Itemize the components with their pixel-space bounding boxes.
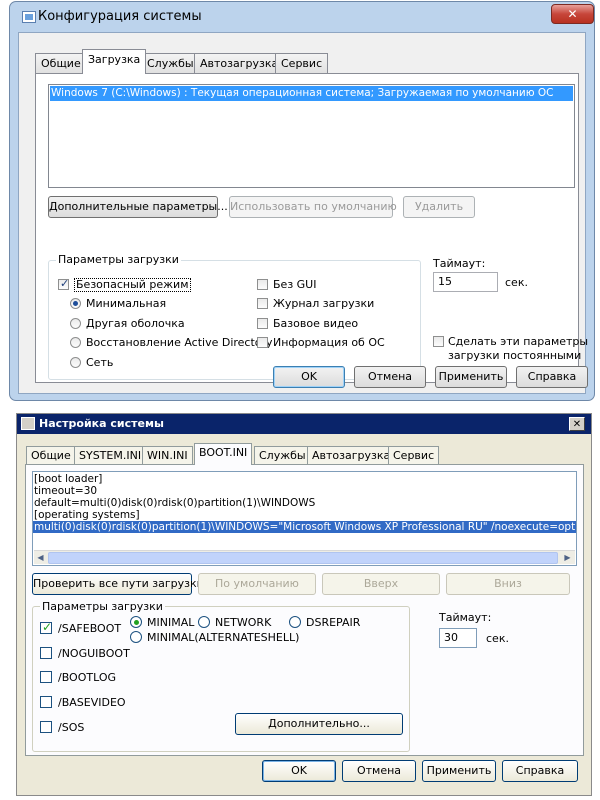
title-bar: Настройка системы ✕ — [17, 414, 591, 434]
timeout-input[interactable]: 30 — [439, 628, 477, 648]
boot-options-title: Параметры загрузки — [40, 600, 165, 613]
boot-ini-line[interactable]: [operating systems] — [34, 509, 140, 521]
apply-button[interactable]: Применить — [422, 760, 496, 782]
safeboot-label: /SAFEBOOT — [58, 622, 122, 635]
boot-ini-listbox[interactable]: [boot loader] timeout=30 default=multi(0… — [32, 471, 577, 566]
timeout-label: Таймаут: — [433, 257, 486, 270]
close-icon[interactable]: ✕ — [551, 4, 594, 24]
scroll-left-icon[interactable]: ◀ — [34, 552, 47, 564]
noguiboot-checkbox[interactable] — [40, 647, 52, 659]
boot-ini-line[interactable]: [boot loader] — [34, 473, 102, 485]
boot-ini-line[interactable]: timeout=30 — [34, 485, 97, 497]
bootlog-label: /BOOTLOG — [58, 671, 117, 684]
radio-ad-repair-label: Восстановление Active Directory — [86, 336, 273, 349]
check-all-paths-button[interactable]: Проверить все пути загрузки — [32, 573, 204, 595]
window-title: Настройка системы — [39, 417, 164, 430]
radio-minimal-label: MINIMAL — [147, 616, 195, 629]
basevideo-label: /BASEVIDEO — [58, 696, 126, 709]
msconfig-app-icon — [22, 11, 36, 23]
boot-log-checkbox[interactable] — [257, 298, 268, 309]
make-permanent-label-line2: загрузки постоянными — [448, 349, 582, 362]
os-list[interactable]: Windows 7 (C:\Windows) : Текущая операци… — [48, 84, 575, 188]
radio-minimal-alternateshell[interactable] — [130, 631, 142, 643]
tab-general[interactable]: Общие — [26, 446, 76, 464]
tab-services[interactable]: Службы — [254, 446, 311, 464]
radio-minimal[interactable] — [130, 616, 142, 628]
set-default-button[interactable]: По умолчанию — [198, 573, 316, 595]
make-permanent-checkbox[interactable] — [433, 336, 444, 347]
make-permanent-label-line1: Сделать эти параметры — [448, 335, 589, 348]
noguiboot-label: /NOGUIBOOT — [58, 647, 130, 660]
tab-boot[interactable]: Загрузка — [82, 49, 147, 74]
set-default-button[interactable]: Использовать по умолчанию — [229, 196, 397, 218]
cancel-button[interactable]: Отмена — [342, 760, 416, 782]
radio-alternate-shell-label: Другая оболочка — [86, 317, 185, 330]
radio-ad-repair[interactable] — [70, 337, 81, 348]
tab-win-ini[interactable]: WIN.INI — [142, 446, 193, 464]
os-info-label: Информация об ОС — [273, 336, 385, 349]
tab-general[interactable]: Общие — [35, 53, 87, 73]
boot-ini-line[interactable]: default=multi(0)disk(0)rdisk(0)partition… — [34, 497, 315, 509]
boot-tab-panel: Windows 7 (C:\Windows) : Текущая операци… — [35, 73, 588, 383]
radio-minimal[interactable] — [70, 298, 81, 309]
safe-boot-checkbox[interactable] — [58, 277, 69, 290]
scrollbar-thumb[interactable] — [48, 552, 558, 564]
win7-msconfig-window: Конфигурация системы ✕ Общие Загрузка Сл… — [9, 1, 595, 401]
winxp-msconfig-window: Настройка системы ✕ Общие SYSTEM.INI WIN… — [16, 413, 592, 796]
no-gui-checkbox[interactable] — [257, 279, 268, 290]
timeout-label: Таймаут: — [439, 611, 492, 624]
radio-alternate-shell[interactable] — [70, 318, 81, 329]
radio-minimal-alternateshell-label: MINIMAL(ALTERNATESHELL) — [147, 631, 300, 644]
tab-startup[interactable]: Автозагрузка — [307, 446, 396, 464]
radio-dsrepair[interactable] — [289, 616, 301, 628]
sos-label: /SOS — [58, 721, 85, 734]
radio-network-label: Сеть — [86, 356, 114, 369]
ok-button[interactable]: OK — [262, 760, 336, 782]
delete-button[interactable]: Удалить — [403, 196, 475, 218]
help-button[interactable]: Справка — [502, 760, 578, 782]
tab-boot-ini[interactable]: BOOT.INI — [194, 443, 253, 465]
move-up-button[interactable]: Вверх — [322, 573, 440, 595]
cancel-button[interactable]: Отмена — [354, 366, 426, 388]
tab-tools[interactable]: Сервис — [388, 446, 440, 464]
boot-ini-line-selected[interactable]: multi(0)disk(0)rdisk(0)partition(1)\WIND… — [33, 521, 576, 533]
apply-button[interactable]: Применить — [435, 366, 507, 388]
basevideo-checkbox[interactable] — [40, 696, 52, 708]
os-info-checkbox[interactable] — [257, 337, 268, 348]
close-icon[interactable]: ✕ — [569, 417, 585, 431]
window-title: Конфигурация системы — [38, 9, 202, 24]
no-gui-label: Без GUI — [273, 278, 317, 291]
dialog-client-area: Общие Загрузка Службы Автозагрузка Серви… — [18, 32, 588, 394]
ok-button[interactable]: OK — [273, 366, 345, 388]
tab-startup[interactable]: Автозагрузка — [194, 53, 285, 73]
base-video-label: Базовое видео — [273, 317, 359, 330]
scroll-right-icon[interactable]: ▶ — [561, 552, 574, 564]
radio-network[interactable] — [198, 616, 210, 628]
boot-ini-tab-panel: [boot loader] timeout=30 default=multi(0… — [25, 464, 584, 756]
os-list-item-selected[interactable]: Windows 7 (C:\Windows) : Текущая операци… — [50, 86, 573, 101]
help-button[interactable]: Справка — [516, 366, 588, 388]
base-video-checkbox[interactable] — [257, 318, 268, 329]
timeout-unit: сек. — [505, 276, 528, 289]
safe-boot-label[interactable]: Безопасный режим — [74, 278, 191, 292]
msconfig-app-icon — [21, 417, 35, 430]
tab-system-ini[interactable]: SYSTEM.INI — [74, 446, 147, 464]
tab-tools[interactable]: Сервис — [275, 53, 329, 73]
radio-network-label: NETWORK — [215, 616, 272, 629]
radio-minimal-label: Минимальная — [86, 297, 167, 310]
radio-network[interactable] — [70, 357, 81, 368]
move-down-button[interactable]: Вниз — [446, 573, 570, 595]
radio-dsrepair-label: DSREPAIR — [306, 616, 361, 629]
sos-checkbox[interactable] — [40, 721, 52, 733]
bootlog-checkbox[interactable] — [40, 671, 52, 683]
timeout-unit: сек. — [486, 632, 509, 645]
horizontal-scrollbar[interactable]: ◀ ▶ — [34, 550, 575, 564]
advanced-options-button[interactable]: Дополнительные параметры... — [48, 196, 228, 218]
boot-options-title: Параметры загрузки — [56, 253, 181, 266]
advanced-button[interactable]: Дополнительно... — [235, 713, 403, 735]
tab-services[interactable]: Службы — [141, 53, 200, 73]
boot-log-label: Журнал загрузки — [273, 297, 375, 310]
timeout-input[interactable]: 15 — [433, 272, 498, 292]
safeboot-checkbox[interactable] — [40, 620, 52, 634]
